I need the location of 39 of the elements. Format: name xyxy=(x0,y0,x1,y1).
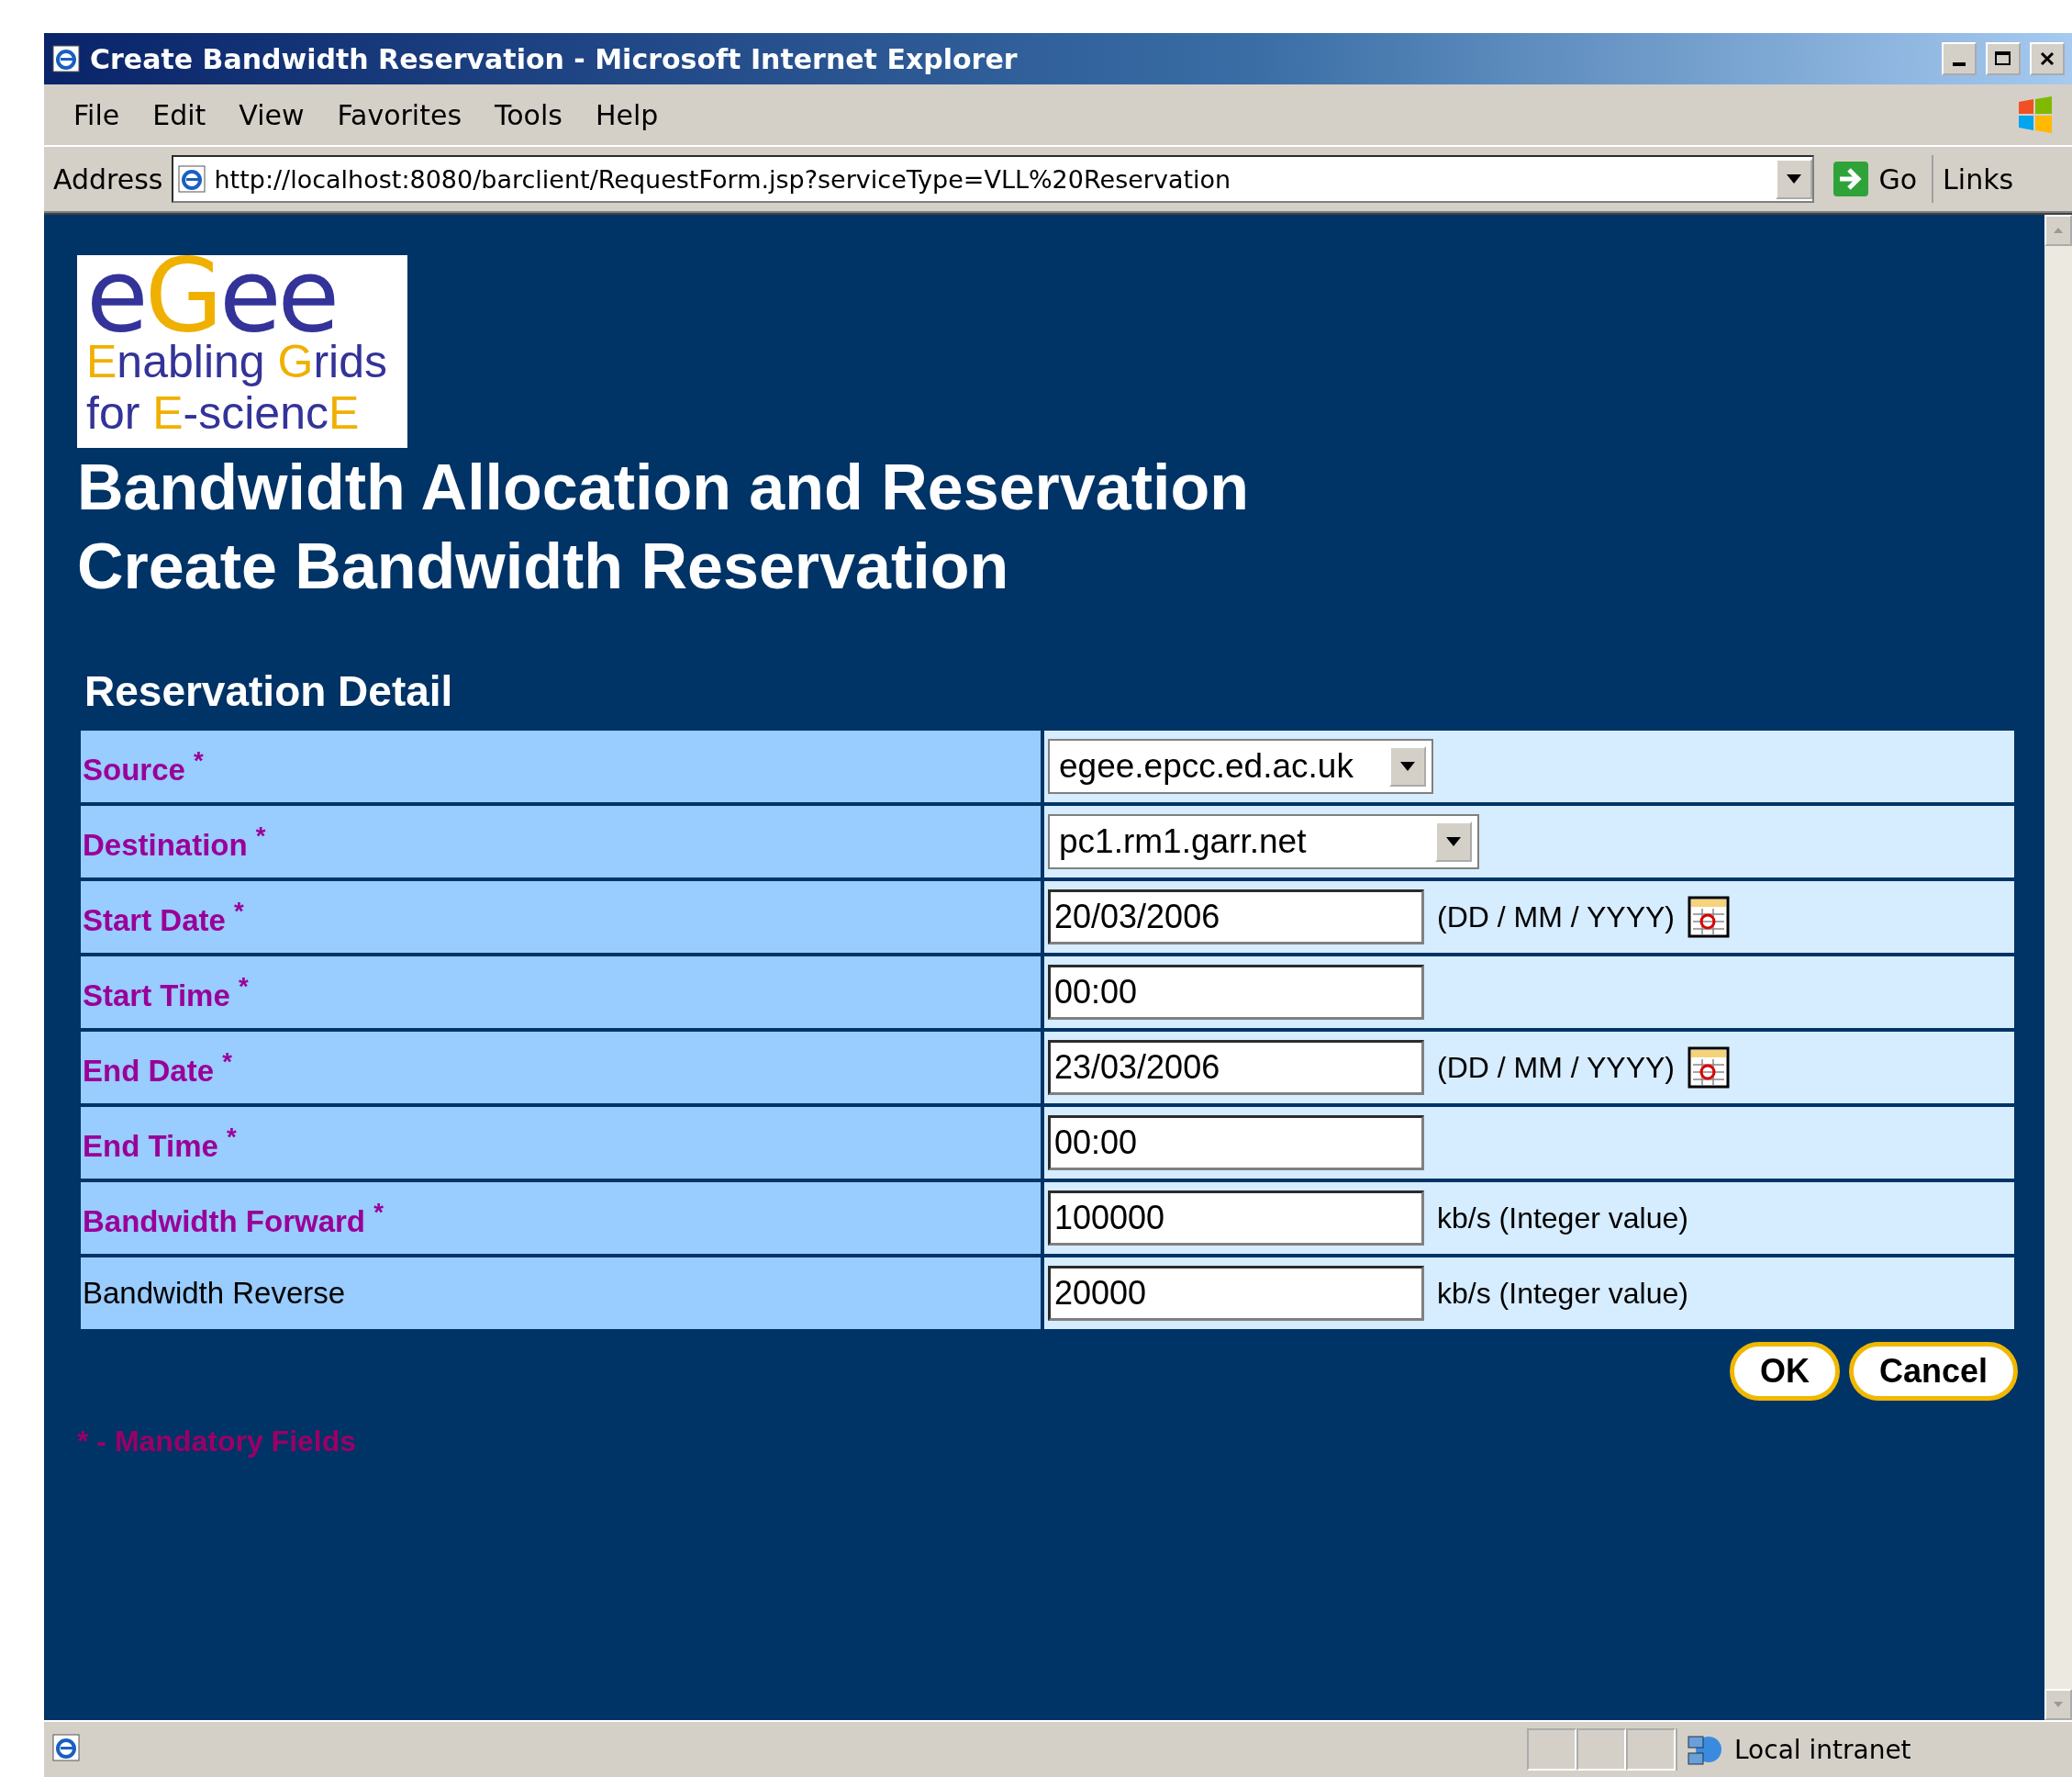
input-field[interactable]: 20000 xyxy=(1048,1266,1424,1321)
field-hint: kb/s (Integer value) xyxy=(1437,1201,1688,1235)
field-label: Destination $^{*}$ xyxy=(81,806,1041,877)
section-title: Reservation Detail xyxy=(84,666,454,716)
menu-item[interactable]: Help xyxy=(582,95,672,135)
menu-item[interactable]: Edit xyxy=(139,95,219,135)
egee-logo: eGee Enabling Grids for E-sciencE xyxy=(77,255,407,448)
page-heading: Bandwidth Allocation and Reservation xyxy=(77,451,1250,525)
menu-item[interactable]: Favorites xyxy=(324,95,475,135)
field-label: End Date $^{*}$ xyxy=(81,1032,1041,1103)
zone-label: Local intranet xyxy=(1734,1734,1911,1765)
input-field[interactable]: 00:00 xyxy=(1048,1115,1424,1170)
field-label: Bandwidth Forward $^{*}$ xyxy=(81,1182,1041,1254)
field-label: Source $^{*}$ xyxy=(81,731,1041,802)
input-field[interactable]: 00:00 xyxy=(1048,965,1424,1020)
window-title: Create Bandwidth Reservation - Microsoft Internet Explorer xyxy=(90,42,1019,75)
page-heading: Create Bandwidth Reservation xyxy=(77,530,1010,604)
menu-item[interactable]: Tools xyxy=(482,95,575,135)
field-label: Start Time $^{*}$ xyxy=(81,956,1041,1028)
mandatory-note: * - Mandatory Fields xyxy=(77,1425,358,1458)
input-field[interactable]: 20/03/2006 xyxy=(1048,889,1424,944)
dropdown-field[interactable]: egee.epcc.ed.ac.uk xyxy=(1048,739,1433,794)
menu-item[interactable]: View xyxy=(226,95,317,135)
links-button[interactable]: Links xyxy=(1943,162,2014,196)
input-field[interactable]: 100000 xyxy=(1048,1190,1424,1246)
field-label: Start Date $^{*}$ xyxy=(81,881,1041,953)
field-label: Bandwidth Reverse xyxy=(81,1257,1041,1329)
address-field[interactable]: http://localhost:8080/barclient/RequestForm.jsp?serviceType=VLL%20Reservation xyxy=(172,155,1815,203)
field-hint: (DD / MM / YYYY) xyxy=(1437,1050,1675,1085)
field-label: End Time $^{*}$ xyxy=(81,1107,1041,1179)
ok-button[interactable]: OK xyxy=(1729,1342,1840,1401)
cancel-button[interactable]: Cancel xyxy=(1848,1342,2018,1401)
address-label: Address xyxy=(53,162,163,196)
input-field[interactable]: 23/03/2006 xyxy=(1048,1040,1424,1095)
menu-item[interactable]: File xyxy=(61,95,133,135)
field-hint: (DD / MM / YYYY) xyxy=(1437,900,1675,934)
dropdown-field[interactable]: pc1.rm1.garr.net xyxy=(1048,814,1479,869)
go-button[interactable]: Go xyxy=(1823,155,1934,203)
field-hint: kb/s (Integer value) xyxy=(1437,1276,1688,1311)
